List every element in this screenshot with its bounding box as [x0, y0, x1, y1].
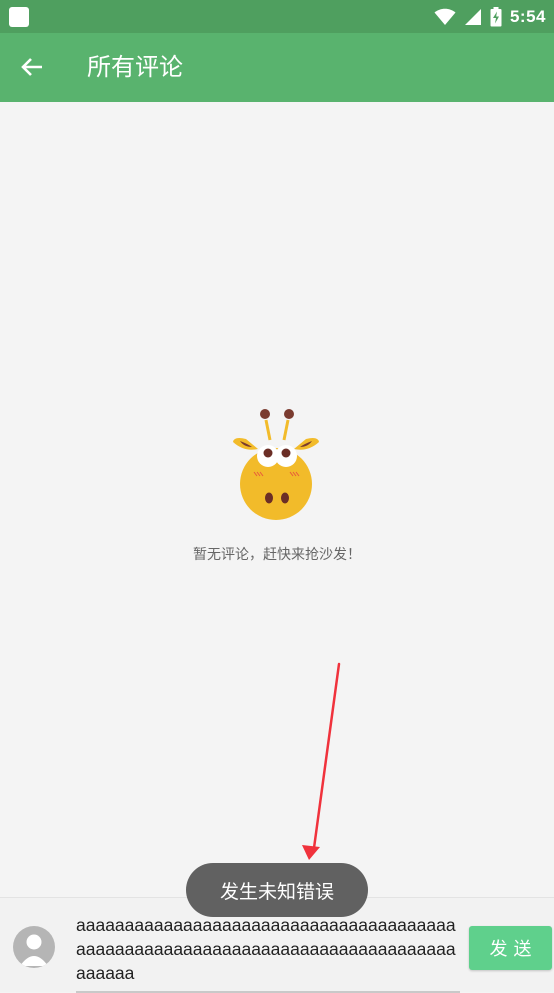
page-title: 所有评论 — [87, 53, 183, 81]
status-bar: 5:54 — [0, 0, 554, 33]
person-icon — [20, 934, 48, 966]
default-avatar-icon[interactable] — [13, 926, 55, 968]
toast-message: 发生未知错误 — [219, 880, 334, 903]
send-button[interactable]: 发送 — [469, 926, 552, 970]
battery-charging-icon — [490, 6, 502, 26]
status-time: 5:54 — [509, 6, 546, 26]
empty-state-message: 暂无评论，赶快来抢沙发！ — [193, 547, 361, 563]
app-notification-icon — [9, 7, 29, 27]
error-toast: 发生未知错误 — [186, 863, 368, 917]
wifi-icon — [434, 8, 456, 25]
status-icons: 5:54 — [434, 0, 546, 33]
back-button[interactable] — [12, 47, 52, 87]
app-bar: 所有评论 — [0, 33, 554, 102]
comment-input[interactable]: aaaaaaaaaaaaaaaaaaaaaaaaaaaaaaaaaaaaaaaa… — [76, 913, 460, 993]
cell-signal-icon — [464, 8, 481, 25]
giraffe-illustration — [233, 409, 319, 520]
arrow-back-icon — [21, 58, 42, 76]
